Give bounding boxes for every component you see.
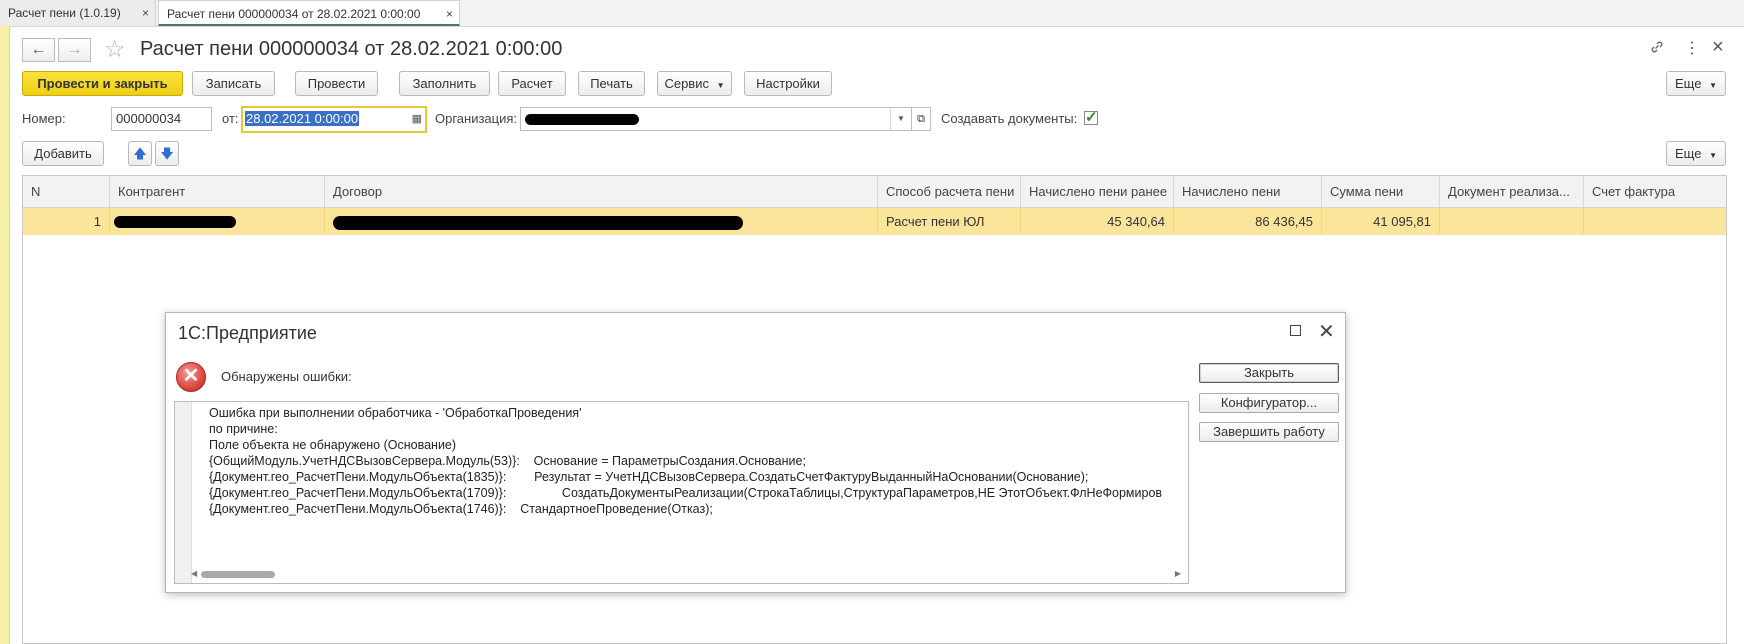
organization-field[interactable]: ▼ — [520, 107, 912, 131]
error-message: Обнаружены ошибки: — [221, 369, 352, 384]
redacted-contract — [333, 216, 743, 230]
redacted-organization — [525, 114, 639, 125]
scrollbar-thumb[interactable] — [201, 571, 275, 578]
left-panel-strip — [0, 26, 10, 644]
col-accrued[interactable]: Начислено пени — [1174, 176, 1322, 207]
redacted-counterparty — [114, 216, 236, 228]
col-n[interactable]: N — [23, 176, 110, 207]
dialog-title: 1С:Предприятие — [178, 323, 317, 343]
create-documents-label: Создавать документы: — [941, 111, 1078, 126]
col-counterparty[interactable]: Контрагент — [110, 176, 325, 207]
tab-raschet-peni-document[interactable]: Расчет пени 000000034 от 28.02.2021 0:00… — [158, 0, 460, 26]
tab-label: Расчет пени 000000034 от 28.02.2021 0:00… — [167, 7, 421, 21]
error-line: {ОбщийМодуль.УчетНДСВызовСервера.Модуль(… — [209, 454, 806, 468]
date-field[interactable]: 28.02.2021 0:00:00 ▦ — [241, 106, 427, 133]
calculate-button[interactable]: Расчет — [498, 71, 566, 96]
date-value-selected: 28.02.2021 0:00:00 — [245, 111, 360, 126]
table-row[interactable]: 1 Расчет пени ЮЛ 45 340,64 86 436,45 41 … — [23, 208, 1726, 235]
create-documents-checkbox[interactable]: ✓ — [1084, 110, 1098, 125]
more-label: Еще — [1675, 146, 1702, 161]
cell-n: 1 — [23, 208, 110, 235]
service-menu-button[interactable]: Сервис ▼ — [657, 71, 732, 96]
save-button[interactable]: Записать — [192, 71, 275, 96]
number-field[interactable]: 000000034 — [111, 107, 212, 131]
col-sales-document[interactable]: Документ реализа... — [1440, 176, 1584, 207]
cell-sum: 41 095,81 — [1322, 208, 1440, 235]
table-more-button[interactable]: Еще ▼ — [1666, 141, 1726, 166]
link-icon[interactable] — [1649, 39, 1665, 55]
col-sum[interactable]: Сумма пени — [1322, 176, 1440, 207]
error-icon: ✕ — [176, 362, 206, 392]
chevron-down-icon: ▼ — [716, 81, 725, 90]
error-line: Поле объекта не обнаружено (Основание) — [209, 438, 457, 452]
error-details-text: Ошибка при выполнении обработчика - 'Обр… — [209, 405, 1162, 517]
tab-bar: Расчет пени (1.0.19) × Расчет пени 00000… — [0, 0, 1744, 27]
arrow-up-icon: 🡅 — [133, 146, 147, 161]
text-gutter — [175, 402, 192, 583]
back-button[interactable]: ← — [22, 38, 55, 62]
error-line: {Документ.гео_РасчетПени.МодульОбъекта(1… — [209, 486, 1163, 500]
table-header: N Контрагент Договор Способ расчета пени… — [23, 176, 1726, 208]
configurator-button[interactable]: Конфигуратор... — [1199, 393, 1339, 413]
post-button[interactable]: Провести — [295, 71, 378, 96]
date-label: от: — [222, 111, 239, 126]
tab-label: Расчет пени (1.0.19) — [8, 6, 121, 20]
tab-close-icon[interactable]: × — [446, 1, 453, 27]
arrow-right-icon: → — [66, 41, 83, 58]
calendar-icon[interactable]: ▦ — [412, 108, 422, 130]
forward-button[interactable]: → — [58, 38, 91, 62]
error-line: по причине: — [209, 422, 278, 436]
more-label: Еще — [1675, 76, 1702, 91]
window-title: Расчет пени 000000034 от 28.02.2021 0:00… — [140, 38, 563, 60]
error-line: Ошибка при выполнении обработчика - 'Обр… — [209, 406, 582, 420]
chevron-down-icon: ▼ — [1709, 81, 1717, 90]
arrow-down-icon: 🡇 — [160, 146, 174, 161]
scroll-left-icon[interactable]: ◀ — [191, 569, 197, 579]
fill-button[interactable]: Заполнить — [399, 71, 490, 96]
service-label: Сервис — [664, 76, 709, 91]
move-down-button[interactable]: 🡇 — [155, 141, 179, 166]
error-details-box[interactable]: Ошибка при выполнении обработчика - 'Обр… — [174, 401, 1189, 584]
cell-counterparty — [110, 208, 325, 235]
exit-button[interactable]: Завершить работу — [1199, 422, 1339, 442]
col-accrued-before[interactable]: Начислено пени ранее — [1021, 176, 1174, 207]
col-contract[interactable]: Договор — [325, 176, 878, 207]
number-label: Номер: — [22, 111, 66, 126]
col-calc-method[interactable]: Способ расчета пени — [878, 176, 1021, 207]
organization-label: Организация: — [435, 111, 518, 126]
more-vertical-icon[interactable]: ⋮ — [1684, 38, 1700, 58]
cell-sales-document — [1440, 208, 1584, 235]
error-line: {Документ.гео_РасчетПени.МодульОбъекта(1… — [209, 502, 713, 516]
cell-accrued-before: 45 340,64 — [1021, 208, 1174, 235]
print-button[interactable]: Печать — [578, 71, 645, 96]
dialog-close-icon[interactable]: ✕ — [1318, 319, 1335, 344]
error-line: {Документ.гео_РасчетПени.МодульОбъекта(1… — [209, 470, 1089, 484]
move-up-button[interactable]: 🡅 — [128, 141, 152, 166]
more-button[interactable]: Еще ▼ — [1666, 71, 1726, 96]
col-invoice[interactable]: Счет фактура — [1584, 176, 1726, 207]
window-close-icon[interactable]: × — [1712, 36, 1724, 59]
post-and-close-button[interactable]: Провести и закрыть — [22, 71, 183, 96]
maximize-icon[interactable] — [1290, 325, 1301, 336]
chevron-down-icon: ▼ — [1709, 151, 1717, 160]
cell-accrued: 86 436,45 — [1174, 208, 1322, 235]
cell-invoice — [1584, 208, 1726, 235]
open-organization-icon[interactable]: ⧉ — [911, 107, 931, 131]
horizontal-scrollbar[interactable]: ◀ ▶ — [191, 569, 1181, 579]
tab-raschet-peni-list[interactable]: Расчет пени (1.0.19) × — [0, 0, 156, 26]
add-row-button[interactable]: Добавить — [22, 141, 104, 166]
dropdown-arrow-icon[interactable]: ▼ — [890, 108, 911, 130]
scroll-right-icon[interactable]: ▶ — [1175, 569, 1181, 579]
favorite-star-icon[interactable]: ☆ — [104, 35, 126, 64]
close-dialog-button[interactable]: Закрыть — [1199, 363, 1339, 383]
cell-contract — [325, 208, 878, 235]
cell-calc-method: Расчет пени ЮЛ — [878, 208, 1021, 235]
error-dialog: 1С:Предприятие ✕ ✕ Обнаружены ошибки: Ош… — [165, 312, 1346, 593]
tab-close-icon[interactable]: × — [142, 0, 149, 26]
settings-button[interactable]: Настройки — [744, 71, 832, 96]
arrow-left-icon: ← — [30, 41, 47, 58]
